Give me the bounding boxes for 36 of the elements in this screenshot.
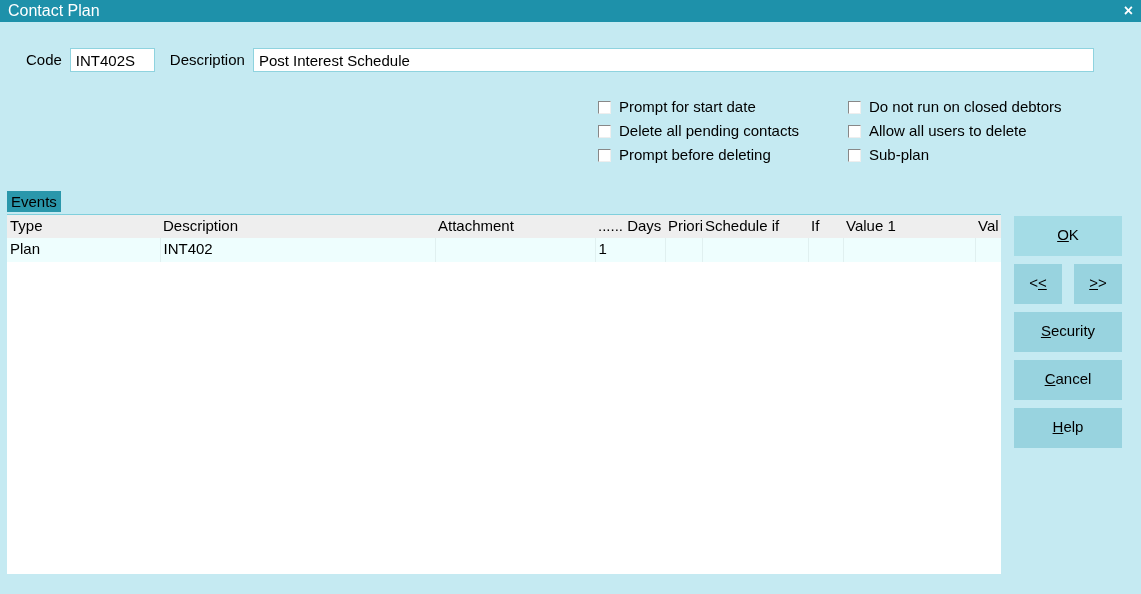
option-label: Delete all pending contacts <box>619 120 800 141</box>
next-button[interactable]: >> <box>1074 263 1122 304</box>
checkbox[interactable] <box>598 100 611 114</box>
description-label: Description <box>169 49 245 70</box>
column-header[interactable]: Value 1 <box>843 214 975 238</box>
cancel-button[interactable]: Cancel <box>1014 359 1122 400</box>
column-header[interactable]: Description <box>160 214 435 238</box>
column-header[interactable]: Attachment <box>435 214 595 238</box>
checkbox[interactable] <box>598 148 611 162</box>
code-field[interactable]: INT402S <box>69 48 155 72</box>
column-header[interactable]: Schedule if <box>702 214 808 238</box>
column-header[interactable]: Priori <box>665 214 702 238</box>
column-header[interactable]: Val <box>975 214 1001 238</box>
checkbox[interactable] <box>848 100 861 114</box>
checkbox[interactable] <box>598 124 611 138</box>
close-button[interactable]: × <box>1123 3 1133 19</box>
option-label: Sub-plan <box>869 144 930 165</box>
window-title: Contact Plan <box>8 1 100 21</box>
security-button[interactable]: Security <box>1014 311 1122 352</box>
column-header[interactable]: If <box>808 214 843 238</box>
checkbox[interactable] <box>848 148 861 162</box>
ok-button[interactable]: OK <box>1014 215 1122 256</box>
code-label: Code <box>26 49 62 70</box>
option-label: Prompt before deleting <box>619 144 771 165</box>
column-header[interactable]: ...... Days <box>595 214 665 238</box>
option-label: Allow all users to delete <box>869 120 1027 141</box>
option-label: Prompt for start date <box>619 96 756 117</box>
option-label: Do not run on closed debtors <box>869 96 1062 117</box>
events-tab[interactable]: Events <box>7 191 61 212</box>
help-button[interactable]: Help <box>1014 407 1122 448</box>
column-header[interactable]: Type <box>7 214 160 238</box>
description-field[interactable]: Post Interest Schedule <box>252 48 1094 72</box>
table-cell: INT402 <box>160 237 435 262</box>
previous-button[interactable]: << <box>1014 263 1062 304</box>
table-cell: Plan <box>7 237 160 262</box>
checkbox[interactable] <box>848 124 861 138</box>
